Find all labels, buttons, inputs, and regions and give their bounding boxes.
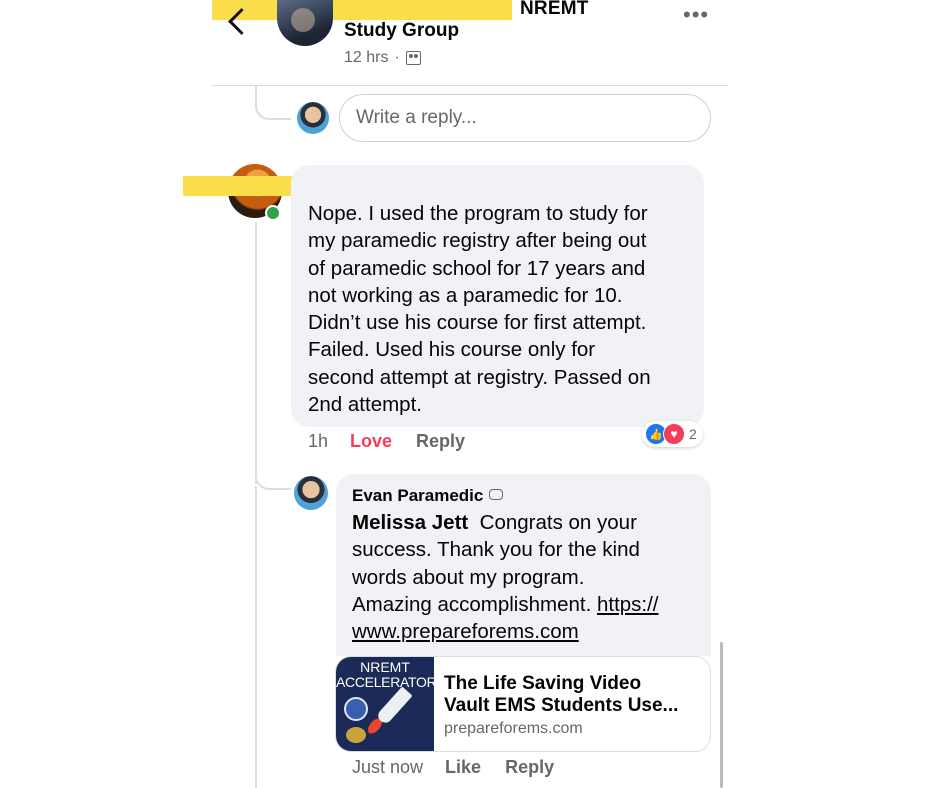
group-title-line1[interactable]: NREMT — [520, 0, 589, 20]
scrollbar[interactable] — [720, 642, 723, 788]
reaction-count: 2 — [689, 426, 697, 442]
reply-button[interactable]: Reply — [505, 757, 554, 778]
title-line: The Life Saving Video — [444, 673, 642, 694]
comment-line: Nope. I used the program to study for — [308, 202, 648, 225]
reply-line: www.prepareforems.com — [352, 618, 707, 645]
message-icon — [489, 489, 504, 500]
star-of-life-icon — [344, 697, 368, 721]
more-options-icon[interactable]: ••• — [683, 2, 709, 28]
url-link[interactable]: https:// — [597, 593, 659, 616]
comment-line: Didn’t use his course for first attempt. — [308, 311, 647, 335]
comment-line: 2nd attempt. — [308, 393, 422, 417]
like-button[interactable]: Like — [445, 757, 481, 778]
reply-actions: Just now Like Reply — [352, 757, 554, 778]
comment-line: Failed. Used his course only for — [308, 338, 596, 362]
rocket-icon — [375, 686, 413, 726]
title-line: Vault EMS Students Use... — [444, 695, 679, 716]
thread-line — [255, 222, 257, 484]
separator-dot: · — [394, 49, 400, 66]
online-status-dot — [265, 205, 281, 221]
comment-line: my paramedic registry after being out — [308, 229, 647, 253]
reply-author-text[interactable]: Evan Paramedic — [352, 486, 483, 505]
reply-author-name[interactable]: Evan Paramedic — [352, 486, 504, 506]
link-preview-domain: prepareforems.com — [444, 720, 583, 737]
comment-time: 1h — [308, 431, 329, 451]
reply-button[interactable]: Reply — [416, 431, 465, 452]
reply-text: Melissa Jett Congrats on your success. T… — [352, 509, 707, 645]
link-preview-title: The Life Saving Video Vault EMS Students… — [444, 673, 704, 717]
thread-line — [255, 486, 257, 788]
reaction-summary[interactable]: 👍 ♥ 2 — [642, 421, 703, 447]
thumbnail-title: NREMT — [360, 659, 410, 675]
reply-line: words about my program. — [352, 565, 585, 589]
reply-line: success. Thank you for the kind — [352, 538, 640, 562]
redacted-name-highlight — [212, 0, 512, 20]
post-meta: 12 hrs · — [344, 49, 421, 67]
comment-line: of paramedic school for 17 years and — [308, 256, 646, 280]
comment-line: not working as a paramedic for 10. — [308, 283, 623, 307]
reply-author-avatar[interactable] — [294, 476, 328, 510]
group-avatar[interactable] — [277, 0, 333, 46]
url-link[interactable]: www.prepareforems.com — [352, 620, 579, 643]
post-time: 12 hrs — [344, 49, 389, 66]
comment-text: Nope. I used the program to study for my… — [308, 200, 700, 418]
thread-connector — [255, 470, 291, 490]
comment-actions: 1h Love Reply — [308, 431, 465, 452]
badge-icon — [344, 725, 368, 745]
group-audience-icon — [405, 51, 421, 65]
love-button[interactable]: Love — [350, 431, 392, 452]
header-divider — [212, 85, 728, 86]
love-reaction-icon: ♥ — [663, 423, 685, 445]
comment-line: second attempt at registry. Passed on — [308, 365, 651, 389]
current-user-avatar[interactable] — [297, 102, 329, 134]
thumbnail-subtitle: ACCELERATOR — [336, 674, 434, 690]
reply-line: Melissa Jett Congrats on your — [352, 509, 707, 536]
reply-line: Amazing accomplishment. https:// — [352, 591, 707, 618]
reply-line-text: Amazing accomplishment. — [352, 592, 592, 616]
link-preview-card[interactable]: NREMT ACCELERATOR The Life Saving Video … — [335, 656, 711, 752]
thread-connector — [255, 100, 291, 120]
link-preview-thumbnail: NREMT ACCELERATOR — [336, 657, 434, 751]
group-title-line2[interactable]: Study Group — [344, 20, 459, 42]
mention-link[interactable]: Melissa Jett — [352, 511, 468, 534]
reply-line-text: Congrats on your — [479, 511, 637, 534]
reply-time: Just now — [352, 757, 424, 777]
write-reply-input[interactable]: Write a reply... — [339, 94, 711, 142]
